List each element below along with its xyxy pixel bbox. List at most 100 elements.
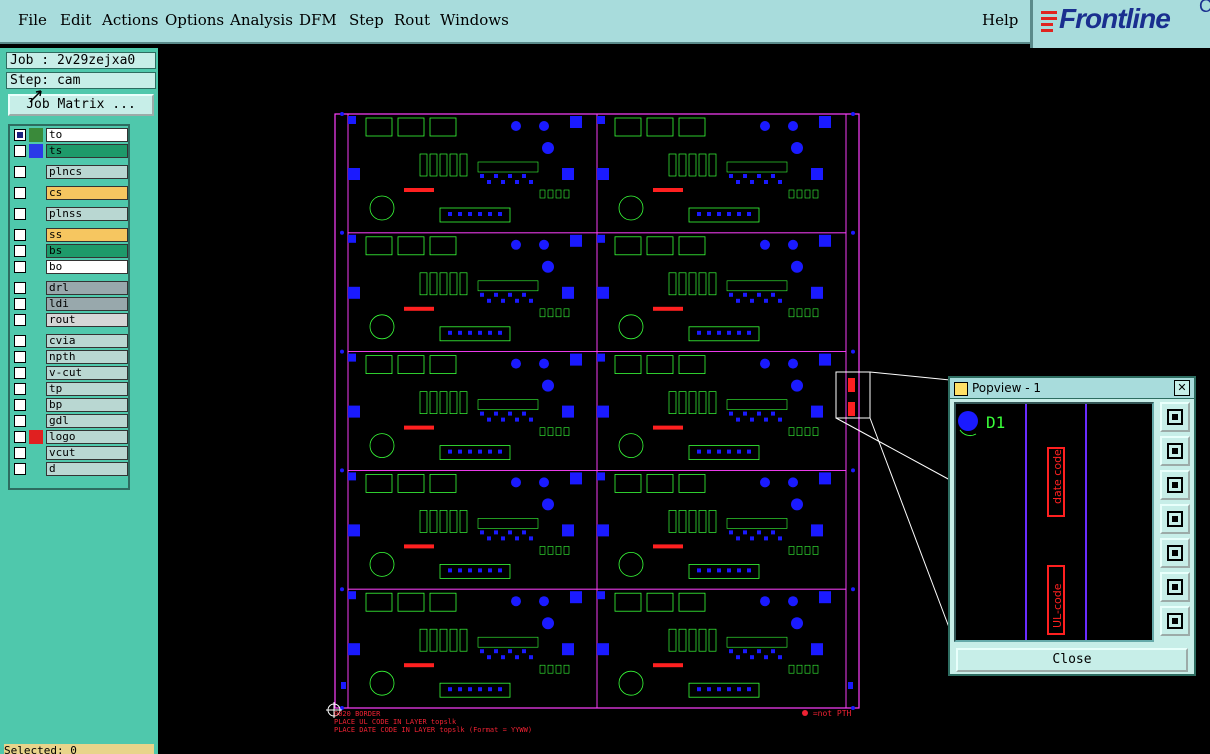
layer-checkbox[interactable]: [14, 367, 26, 379]
layer-checkbox[interactable]: [14, 431, 26, 443]
layer-row-ldi[interactable]: ldi: [12, 297, 128, 311]
layer-row-to[interactable]: to: [12, 128, 128, 142]
layer-checkbox[interactable]: [14, 399, 26, 411]
layer-row-plnss[interactable]: plnss: [12, 207, 128, 221]
layer-checkbox[interactable]: [14, 335, 26, 347]
pad: [498, 212, 502, 216]
layer-checkbox[interactable]: [14, 415, 26, 427]
popview-canvas[interactable]: D1 date code UL-code: [954, 402, 1154, 642]
layer-color-swatch[interactable]: [29, 128, 43, 142]
layer-name[interactable]: bo: [46, 260, 128, 274]
layer-checkbox[interactable]: [14, 166, 26, 178]
component-outline: [614, 117, 642, 137]
menu-edit[interactable]: Edit: [60, 11, 91, 29]
layer-row-gdl[interactable]: gdl: [12, 414, 128, 428]
connector-outline: [698, 510, 707, 533]
zoom-fit-icon[interactable]: [1160, 572, 1190, 602]
layer-row-ts[interactable]: ts: [12, 144, 128, 158]
fiducial: [340, 349, 344, 354]
layer-row-logo[interactable]: logo: [12, 430, 128, 444]
pan-left-icon[interactable]: [1160, 504, 1190, 534]
layer-color-swatch[interactable]: [29, 144, 43, 158]
zoom-center-icon[interactable]: [1160, 606, 1190, 636]
date-code-mark: [848, 378, 855, 392]
layer-row-cvia[interactable]: cvia: [12, 334, 128, 348]
layer-row-rout[interactable]: rout: [12, 313, 128, 327]
smd-outline: [539, 427, 546, 436]
zoom-window-icon[interactable]: [1160, 402, 1190, 432]
layer-name[interactable]: ts: [46, 144, 128, 158]
layer-checkbox[interactable]: [14, 351, 26, 363]
menu-windows[interactable]: Windows: [440, 11, 509, 29]
layer-row-plncs[interactable]: plncs: [12, 165, 128, 179]
menu-dfm[interactable]: DFM: [299, 11, 337, 29]
pad: [522, 530, 526, 535]
layer-name[interactable]: cs: [46, 186, 128, 200]
layer-checkbox[interactable]: [14, 314, 26, 326]
smd-outline: [796, 189, 803, 199]
connector-outline: [678, 272, 687, 296]
layer-name[interactable]: plncs: [46, 165, 128, 179]
menu-actions[interactable]: Actions: [102, 11, 158, 29]
layer-checkbox[interactable]: [14, 229, 26, 241]
layer-checkbox[interactable]: [14, 261, 26, 273]
pad: [791, 379, 803, 392]
layer-checkbox[interactable]: [14, 447, 26, 459]
layer-name[interactable]: drl: [46, 281, 128, 295]
layer-row-ss[interactable]: ss: [12, 228, 128, 242]
pad: [515, 536, 519, 541]
layer-row-vcut[interactable]: vcut: [12, 446, 128, 460]
layer-row-bo[interactable]: bo: [12, 260, 128, 274]
popview-toolbar: [1160, 402, 1190, 642]
pan-down-icon[interactable]: [1160, 470, 1190, 500]
menu-step[interactable]: Step: [349, 11, 384, 29]
layer-row-drl[interactable]: drl: [12, 281, 128, 295]
layer-row-tp[interactable]: tp: [12, 382, 128, 396]
layer-checkbox[interactable]: [14, 187, 26, 199]
layer-row-d[interactable]: d: [12, 462, 128, 476]
layer-checkbox[interactable]: [14, 245, 26, 257]
layer-checkbox[interactable]: [14, 463, 26, 475]
menu-help[interactable]: Help: [982, 11, 1018, 29]
pan-up-icon[interactable]: [1160, 436, 1190, 466]
layer-checkbox[interactable]: [14, 282, 26, 294]
layer-row-bs[interactable]: bs: [12, 244, 128, 258]
menu-analysis[interactable]: Analysis: [230, 11, 293, 29]
layer-color-swatch[interactable]: [29, 430, 43, 444]
layer-checkbox[interactable]: [14, 208, 26, 220]
pad: [727, 330, 731, 335]
layer-row-npth[interactable]: npth: [12, 350, 128, 364]
layer-checkbox[interactable]: [14, 145, 26, 157]
menu-file[interactable]: File: [18, 11, 47, 29]
layer-checkbox[interactable]: [14, 298, 26, 310]
layer-checkbox[interactable]: [14, 129, 26, 141]
layer-name[interactable]: to: [46, 128, 128, 142]
layer-checkbox[interactable]: [14, 383, 26, 395]
layer-name[interactable]: v-cut: [46, 366, 128, 380]
pan-right-icon[interactable]: [1160, 538, 1190, 568]
layer-name[interactable]: cvia: [46, 334, 128, 348]
menu-options[interactable]: Options: [165, 11, 224, 29]
popview-titlebar[interactable]: Popview - 1 ✕: [950, 378, 1194, 399]
layer-name[interactable]: rout: [46, 313, 128, 327]
layer-row-v-cut[interactable]: v-cut: [12, 366, 128, 380]
pad: [448, 330, 452, 335]
layer-name[interactable]: bp: [46, 398, 128, 412]
layer-name[interactable]: ldi: [46, 297, 128, 311]
layer-row-cs[interactable]: cs: [12, 186, 128, 200]
layer-name[interactable]: vcut: [46, 446, 128, 460]
layer-name[interactable]: npth: [46, 350, 128, 364]
popview-close-icon[interactable]: ✕: [1174, 380, 1190, 396]
menu-rout[interactable]: Rout: [394, 11, 430, 29]
layer-name[interactable]: plnss: [46, 207, 128, 221]
pad: [458, 568, 462, 573]
layer-name[interactable]: bs: [46, 244, 128, 258]
layer-name[interactable]: logo: [46, 430, 128, 444]
popview-close-button[interactable]: Close: [956, 648, 1188, 672]
layer-name[interactable]: ss: [46, 228, 128, 242]
layer-row-bp[interactable]: bp: [12, 398, 128, 412]
layer-name[interactable]: gdl: [46, 414, 128, 428]
layer-name[interactable]: d: [46, 462, 128, 476]
pad: [737, 212, 741, 216]
layer-name[interactable]: tp: [46, 382, 128, 396]
